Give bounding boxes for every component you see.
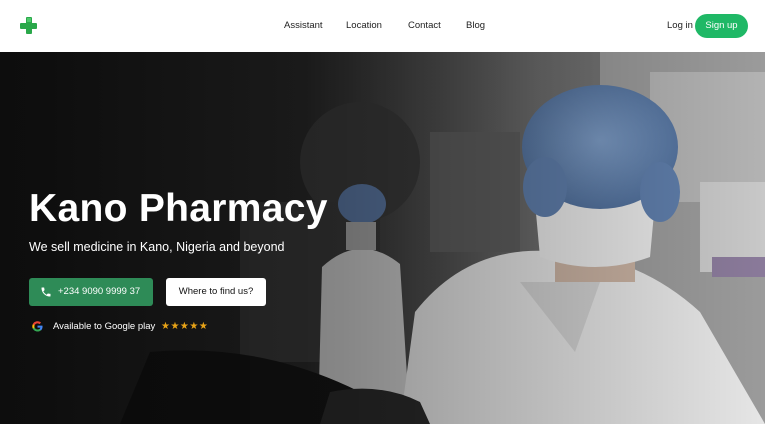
hero-subtitle: We sell medicine in Kano, Nigeria and be…	[29, 240, 285, 254]
hero-section: Kano Pharmacy We sell medicine in Kano, …	[0, 52, 765, 424]
phone-call-button[interactable]: +234 9090 9999 37	[29, 278, 153, 306]
nav-link-location[interactable]: Location	[346, 19, 382, 33]
find-us-button[interactable]: Where to find us?	[166, 278, 266, 306]
nav-link-assistant[interactable]: Assistant	[284, 19, 323, 33]
google-icon	[32, 321, 43, 332]
nav-link-blog[interactable]: Blog	[466, 19, 485, 33]
signup-button[interactable]: Sign up	[695, 14, 748, 38]
nav-link-contact[interactable]: Contact	[408, 19, 441, 33]
phone-number-label: +234 9090 9999 37	[58, 286, 141, 297]
hero-background-photo	[0, 52, 765, 424]
google-play-label: Available to Google play	[53, 321, 156, 332]
phone-icon	[41, 287, 51, 297]
rating-stars: ★★★★★	[161, 321, 209, 332]
medical-cross-logo-icon[interactable]	[20, 17, 37, 34]
page-title: Kano Pharmacy	[29, 187, 328, 230]
top-navbar: Assistant Location Contact Blog Log in S…	[0, 0, 765, 52]
login-link[interactable]: Log in	[667, 19, 693, 33]
